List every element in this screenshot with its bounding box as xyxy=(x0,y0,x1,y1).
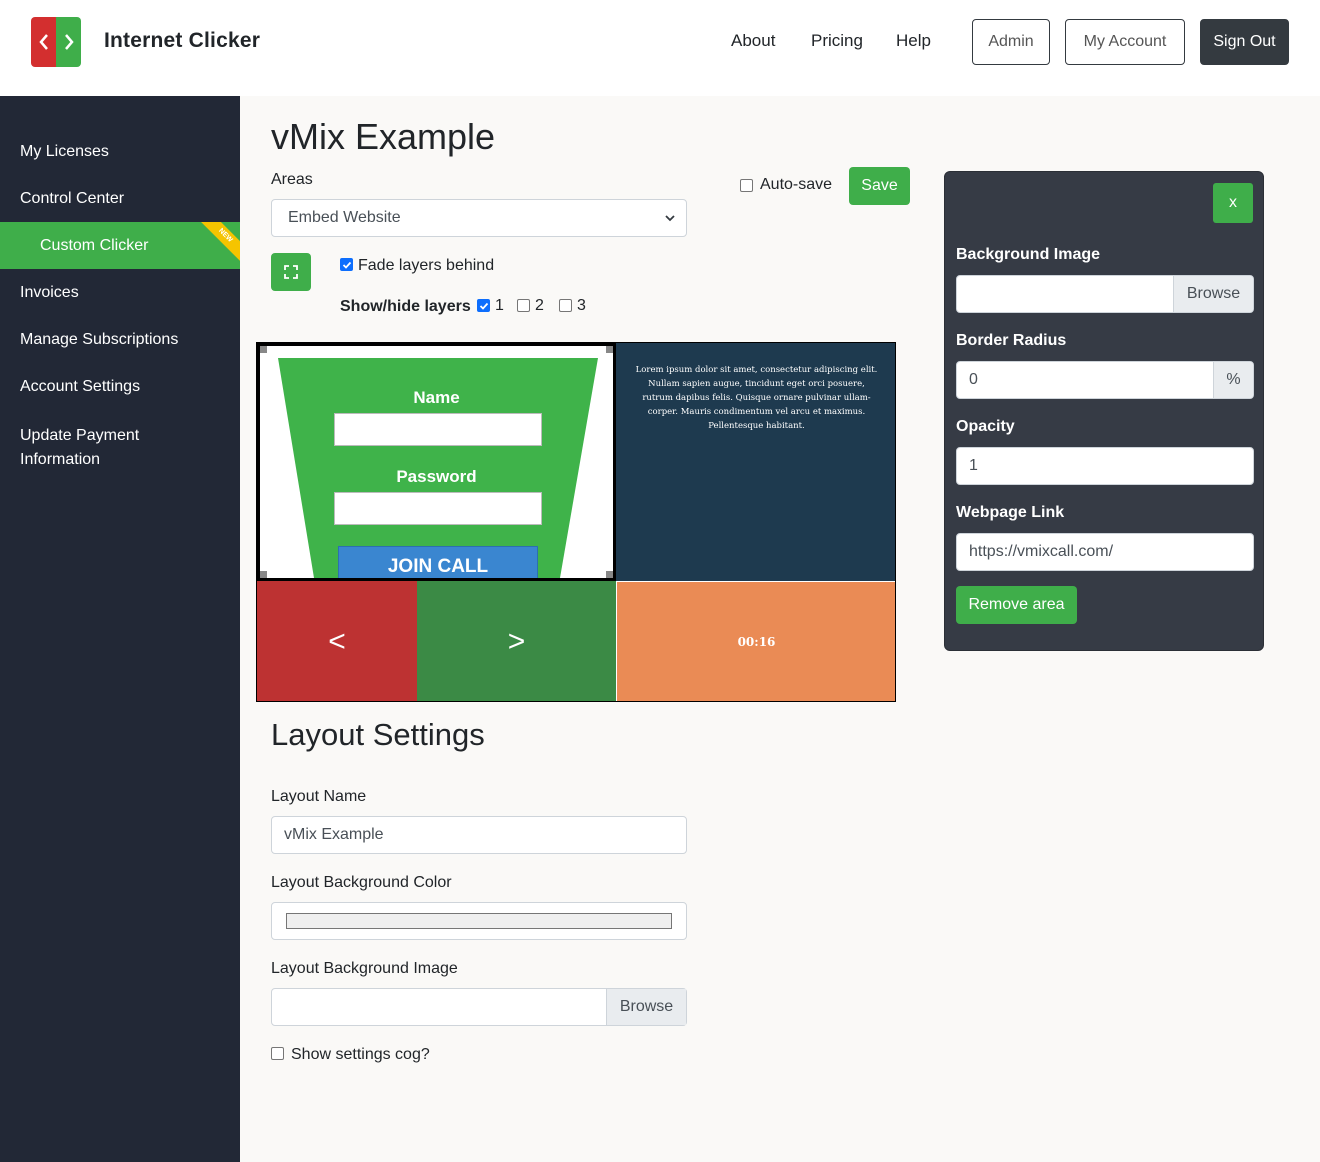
close-panel-button[interactable]: x xyxy=(1213,183,1253,223)
layout-name-label: Layout Name xyxy=(271,788,367,805)
next-slide-area[interactable]: > xyxy=(417,581,616,701)
embed-background-shape xyxy=(278,358,598,578)
prev-slide-area[interactable]: < xyxy=(257,581,417,701)
color-swatch[interactable] xyxy=(286,913,672,929)
autosave-checkbox[interactable] xyxy=(740,179,753,192)
layout-name-input[interactable]: vMix Example xyxy=(271,816,687,854)
page-title: vMix Example xyxy=(271,116,496,157)
nav-pricing-link[interactable]: Pricing xyxy=(811,31,863,51)
sidebar-item-my-licenses[interactable]: My Licenses xyxy=(0,143,240,161)
layout-bg-browse-button[interactable]: Browse xyxy=(606,989,686,1025)
sidebar-item-control-center[interactable]: Control Center xyxy=(0,190,240,208)
check-icon xyxy=(342,261,351,269)
show-settings-cog-checkbox[interactable] xyxy=(271,1047,284,1060)
expand-icon xyxy=(284,265,298,279)
embed-name-label: Name xyxy=(413,388,460,407)
check-icon xyxy=(479,302,488,310)
layer-1-checkbox[interactable] xyxy=(477,299,490,312)
embed-name-input[interactable] xyxy=(334,413,542,446)
layer-1-label: 1 xyxy=(495,297,504,314)
border-radius-input[interactable]: 0 % xyxy=(956,361,1254,399)
nav-about-link[interactable]: About xyxy=(731,31,775,51)
new-badge: NEW xyxy=(199,222,240,262)
border-radius-value: 0 xyxy=(969,371,978,388)
layout-bg-image-input[interactable]: Browse xyxy=(271,988,687,1026)
area-bg-browse-button[interactable]: Browse xyxy=(1173,276,1253,312)
fade-layers-checkbox[interactable] xyxy=(340,258,353,271)
webpage-link-value: https://vmixcall.com/ xyxy=(969,543,1114,560)
autosave-label: Auto-save xyxy=(760,176,833,193)
nav-help-link[interactable]: Help xyxy=(896,31,931,51)
fullscreen-button[interactable] xyxy=(271,253,311,291)
layout-bg-image-label: Layout Background Image xyxy=(271,960,458,977)
sign-out-button[interactable]: Sign Out xyxy=(1200,19,1289,65)
areas-label: Areas xyxy=(271,171,313,188)
show-settings-cog-label: Show settings cog? xyxy=(291,1046,430,1063)
fade-layers-label: Fade layers behind xyxy=(358,257,495,274)
join-call-button[interactable]: JOIN CALL xyxy=(338,546,538,578)
timer-area[interactable]: 00:16 xyxy=(617,582,895,701)
border-radius-label: Border Radius xyxy=(956,332,1067,349)
layer-3-label: 3 xyxy=(577,297,586,314)
text-area[interactable]: Lorem ipsum dolor sit amet, consectetur … xyxy=(616,343,895,581)
layout-settings-title: Layout Settings xyxy=(271,717,485,752)
my-account-button[interactable]: My Account xyxy=(1065,19,1185,65)
area-bg-image-label: Background Image xyxy=(956,246,1101,263)
layer-2-label: 2 xyxy=(535,297,544,314)
embed-password-input[interactable] xyxy=(334,492,542,525)
opacity-input[interactable]: 1 xyxy=(956,447,1254,485)
sidebar-item-custom-clicker[interactable]: Custom Clicker NEW xyxy=(0,222,240,269)
sidebar-item-label: Custom Clicker xyxy=(40,236,149,254)
areas-select[interactable]: Embed Website xyxy=(271,199,687,237)
area-settings-panel: x Background Image Browse Border Radius … xyxy=(944,171,1264,651)
sidebar-item-manage-subscriptions[interactable]: Manage Subscriptions xyxy=(0,331,240,349)
show-hide-layers-label: Show/hide layers xyxy=(340,298,471,315)
area-bg-image-input[interactable]: Browse xyxy=(956,275,1254,313)
webpage-link-input[interactable]: https://vmixcall.com/ xyxy=(956,533,1254,571)
sidebar-item-invoices[interactable]: Invoices xyxy=(0,284,240,302)
sidebar: My Licenses Control Center Custom Clicke… xyxy=(0,96,240,1162)
opacity-label: Opacity xyxy=(956,418,1015,435)
areas-selected-value: Embed Website xyxy=(288,209,401,226)
logo-icon[interactable] xyxy=(31,17,81,67)
brand-name[interactable]: Internet Clicker xyxy=(104,29,260,53)
chevron-down-icon xyxy=(665,215,675,222)
embed-website-area[interactable]: Name Password JOIN CALL xyxy=(257,343,616,581)
sidebar-item-update-payment[interactable]: Update Payment Information xyxy=(0,424,170,472)
resize-handle[interactable] xyxy=(606,571,613,578)
opacity-value: 1 xyxy=(969,457,978,474)
remove-area-button[interactable]: Remove area xyxy=(956,586,1077,624)
layer-3-checkbox[interactable] xyxy=(559,299,572,312)
webpage-link-label: Webpage Link xyxy=(956,504,1065,521)
layer-2-checkbox[interactable] xyxy=(517,299,530,312)
top-navbar: Internet Clicker About Pricing Help Admi… xyxy=(0,0,1320,96)
percent-addon: % xyxy=(1213,362,1253,398)
layout-bg-color-label: Layout Background Color xyxy=(271,874,452,891)
admin-button[interactable]: Admin xyxy=(972,19,1050,65)
resize-handle[interactable] xyxy=(260,571,267,578)
save-button[interactable]: Save xyxy=(849,167,910,205)
embed-password-label: Password xyxy=(396,467,477,486)
layout-name-value: vMix Example xyxy=(284,826,384,843)
resize-handle[interactable] xyxy=(606,346,613,353)
sidebar-item-account-settings[interactable]: Account Settings xyxy=(0,378,240,396)
resize-handle[interactable] xyxy=(260,346,267,353)
layout-preview-canvas[interactable]: Name Password JOIN CALL Lorem ipsum dolo… xyxy=(256,342,896,702)
